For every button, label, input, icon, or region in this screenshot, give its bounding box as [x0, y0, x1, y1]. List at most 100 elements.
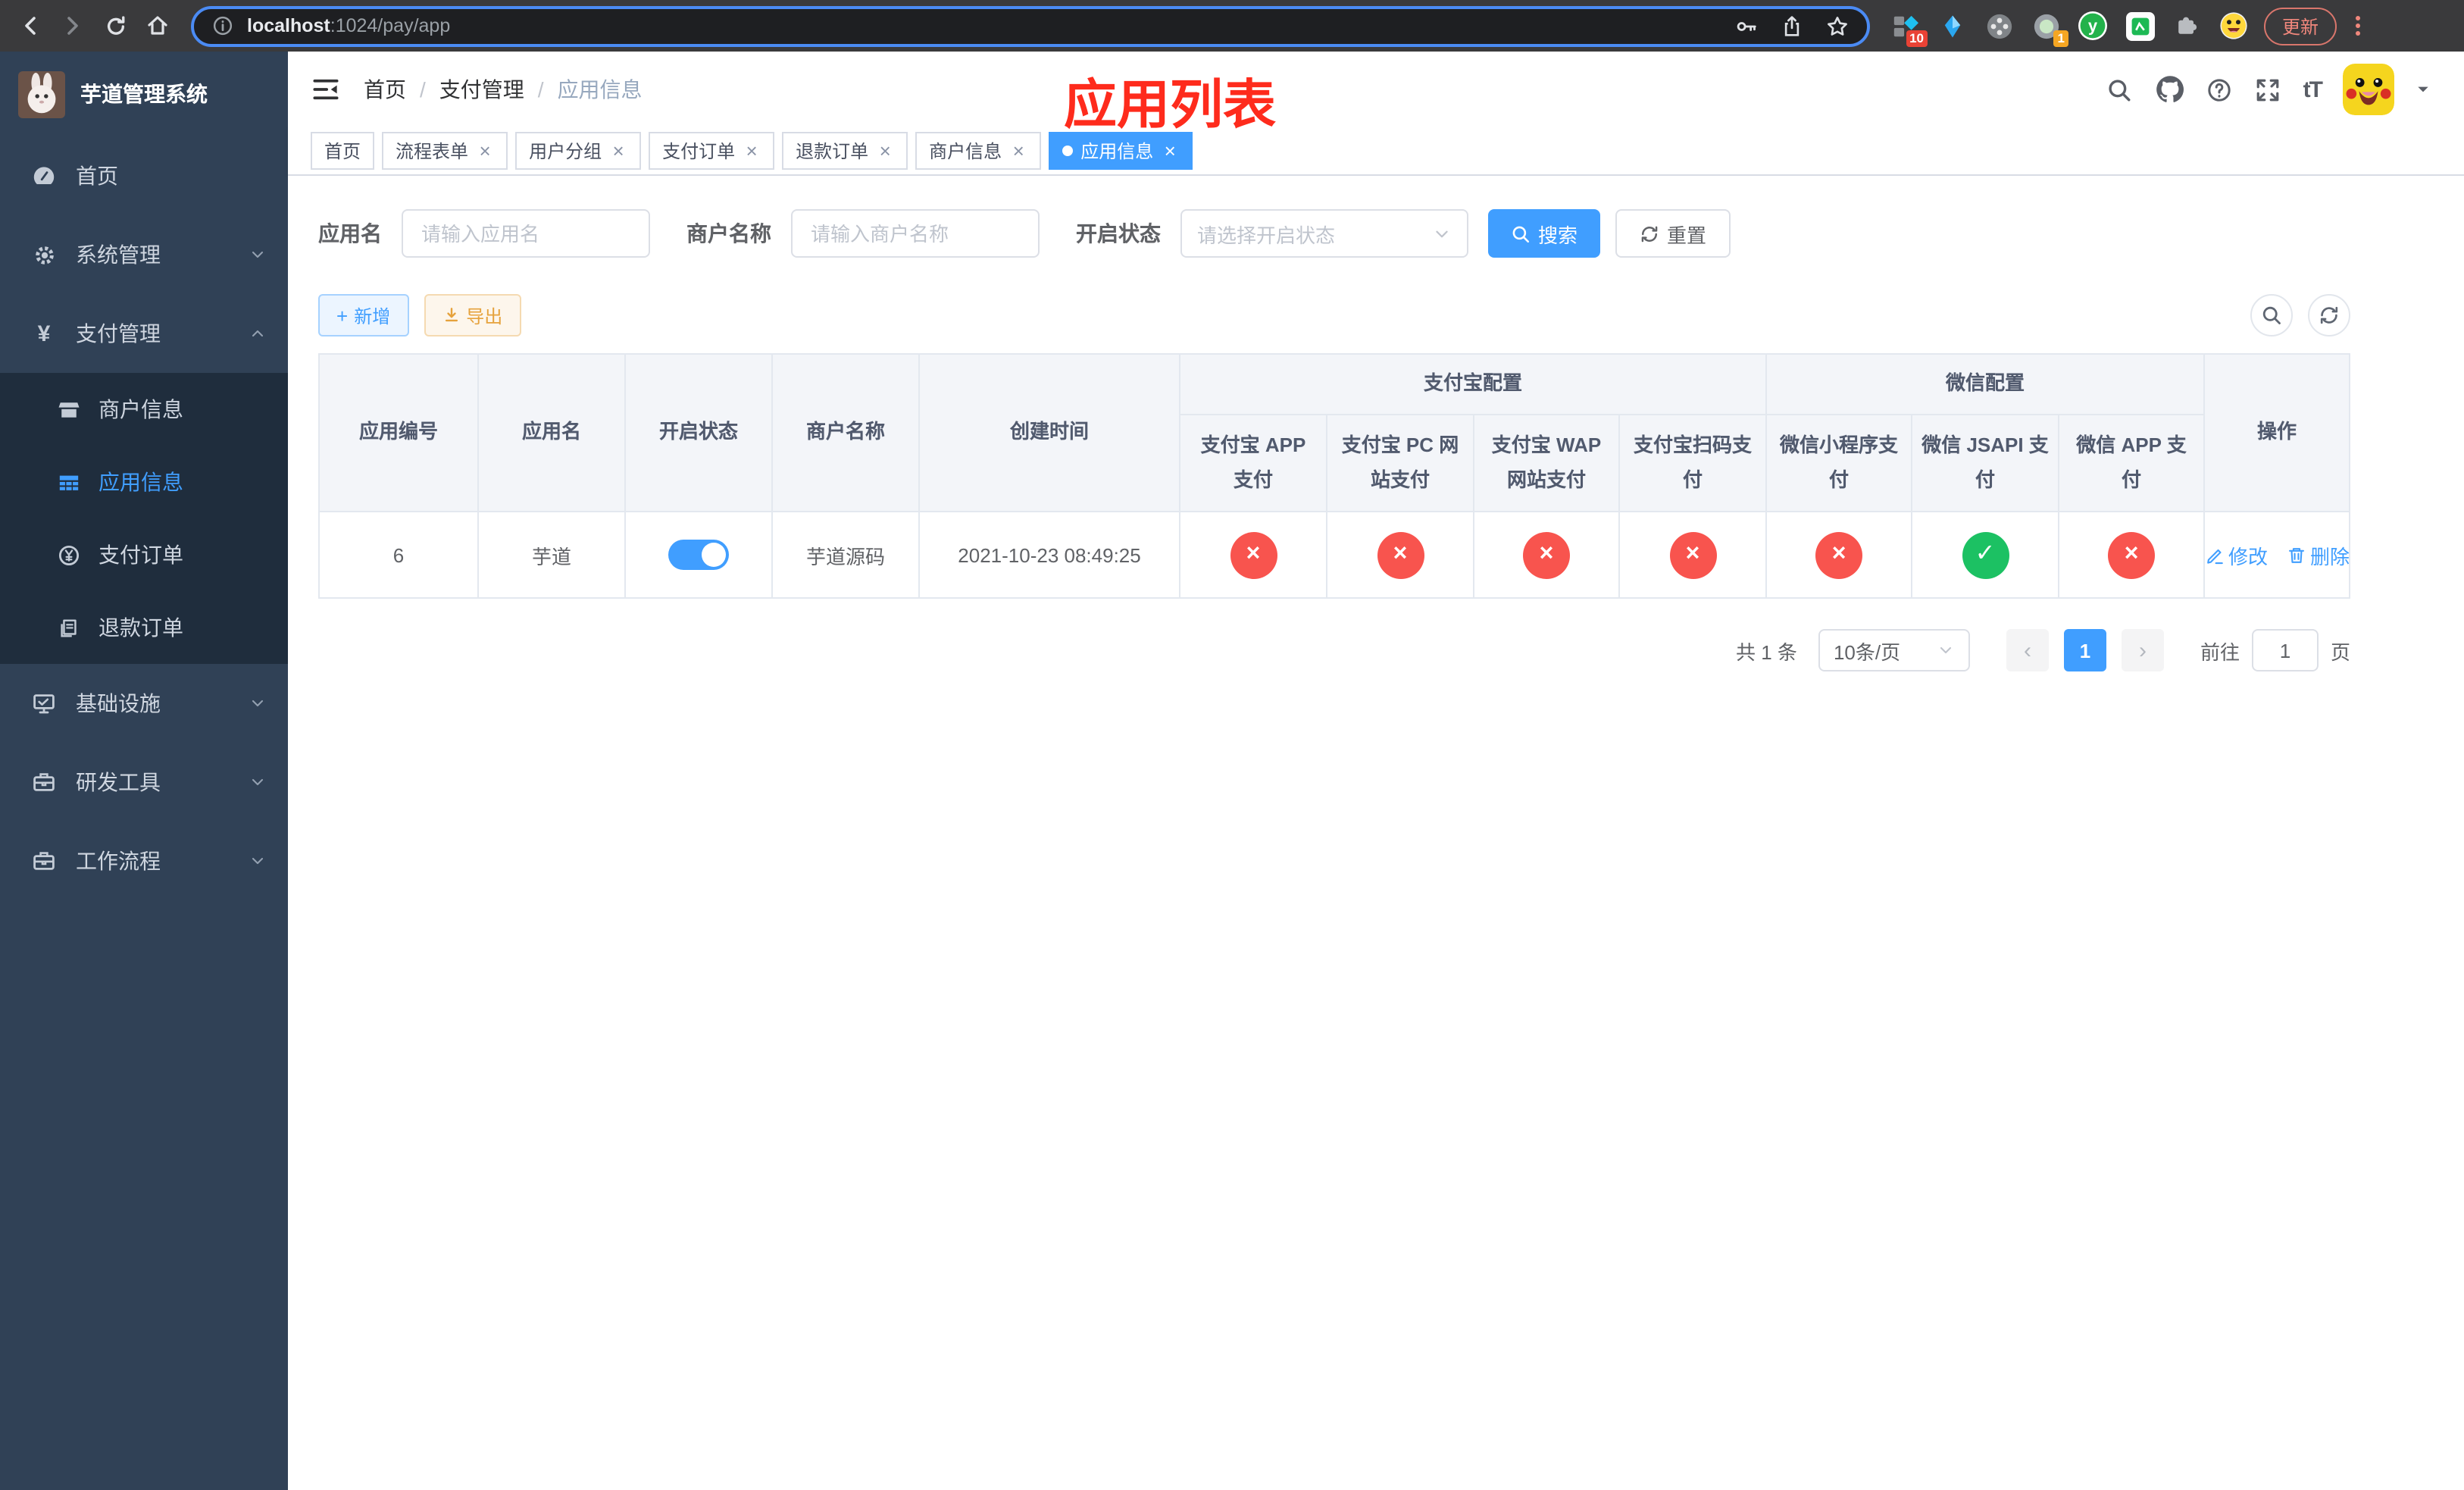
search-button[interactable]: 搜索 — [1488, 209, 1601, 258]
next-page-button[interactable]: › — [2121, 629, 2164, 671]
bookmark-star-icon[interactable] — [1826, 14, 1849, 37]
browser-home-icon[interactable] — [139, 8, 176, 44]
help-icon[interactable] — [2206, 76, 2234, 103]
sidebar-item-refund-order[interactable]: 退款订单 — [0, 591, 288, 664]
extensions-puzzle-icon[interactable] — [2172, 11, 2202, 41]
sidebar-item-system[interactable]: 系统管理 — [0, 215, 288, 294]
browser-menu-icon[interactable] — [2346, 14, 2370, 38]
chevron-down-icon — [1937, 641, 1955, 659]
browser-forward-icon[interactable] — [55, 8, 91, 44]
browser-back-icon[interactable] — [12, 8, 48, 44]
sidebar-item-payment[interactable]: ¥ 支付管理 — [0, 294, 288, 373]
toolbox-icon — [32, 770, 56, 794]
page-size-select[interactable]: 10条/页 — [1818, 629, 1970, 671]
extension-emoji-icon[interactable] — [2219, 11, 2249, 41]
cell-created-at: 2021-10-23 08:49:25 — [918, 511, 1180, 599]
sidebar-item-merchant-info[interactable]: 商户信息 — [0, 373, 288, 446]
password-key-icon[interactable] — [1735, 14, 1758, 37]
tab-label: 用户分组 — [529, 141, 602, 162]
extension-clover-icon[interactable] — [1984, 11, 2014, 41]
cell-app-name: 芋道 — [477, 511, 626, 599]
close-icon[interactable]: × — [609, 141, 627, 161]
sidebar-item-label: 基础设施 — [76, 691, 161, 715]
fullscreen-icon[interactable] — [2255, 76, 2282, 103]
yen-icon: ¥ — [37, 321, 51, 346]
export-button[interactable]: 导出 — [424, 294, 521, 337]
tab-pay-order[interactable]: 支付订单 × — [649, 132, 775, 170]
browser-reload-icon[interactable] — [97, 8, 133, 44]
toggle-search-button[interactable] — [2250, 294, 2293, 337]
caret-down-icon[interactable] — [2416, 82, 2431, 97]
app-title: 芋道管理系统 — [80, 82, 208, 106]
sidebar-item-infrastructure[interactable]: 基础设施 — [0, 664, 288, 743]
tab-merchant-info[interactable]: 商户信息 × — [915, 132, 1042, 170]
tab-refund-order[interactable]: 退款订单 × — [782, 132, 908, 170]
col-alipay-wap: 支付宝 WAP 网站支付 — [1473, 414, 1620, 512]
share-icon[interactable] — [1781, 14, 1803, 37]
tab-user-group[interactable]: 用户分组 × — [515, 132, 642, 170]
refresh-table-button[interactable] — [2308, 294, 2350, 337]
sidebar-item-workflow[interactable]: 工作流程 — [0, 822, 288, 900]
sidebar-collapse-icon[interactable] — [312, 76, 339, 103]
page-annotation-title: 应用列表 — [1064, 76, 1277, 135]
github-icon[interactable] — [2155, 74, 2185, 105]
sidebar-item-app-info[interactable]: 应用信息 — [0, 446, 288, 518]
grid-table-icon — [58, 471, 80, 493]
col-app-id: 应用编号 — [318, 353, 479, 512]
close-icon[interactable]: × — [743, 141, 761, 161]
reset-button-label: 重置 — [1667, 224, 1707, 246]
tab-label: 应用信息 — [1080, 141, 1154, 162]
status-select[interactable]: 请选择开启状态 — [1180, 209, 1468, 258]
close-icon[interactable]: × — [876, 141, 894, 161]
breadcrumb-payment[interactable]: 支付管理 — [439, 74, 524, 105]
status-label: 开启状态 — [1076, 221, 1161, 246]
goto-page-input[interactable] — [2251, 629, 2319, 671]
extension-grid-icon[interactable]: 10 — [1890, 11, 1928, 47]
reset-button[interactable]: 重置 — [1615, 209, 1731, 258]
col-enabled: 开启状态 — [624, 353, 773, 512]
browser-chrome: localhost:1024/pay/app 10 1 y 更新 — [0, 0, 2464, 52]
chevron-down-icon — [249, 773, 267, 791]
sidebar-item-home[interactable]: 首页 — [0, 136, 288, 215]
enabled-toggle[interactable] — [668, 540, 729, 570]
sidebar-item-pay-order[interactable]: 支付订单 — [0, 518, 288, 591]
delete-link[interactable]: 删除 — [2286, 540, 2350, 569]
delete-label: 删除 — [2310, 545, 2350, 568]
extension-kite-icon[interactable] — [1937, 11, 1967, 41]
prev-page-button[interactable]: ‹ — [2006, 629, 2049, 671]
page-unit-label: 页 — [2330, 640, 2350, 663]
add-button-label: 新增 — [354, 305, 391, 327]
tab-process-form[interactable]: 流程表单 × — [382, 132, 508, 170]
url-host: localhost — [247, 15, 330, 36]
chevron-up-icon — [249, 324, 267, 343]
address-bar[interactable]: localhost:1024/pay/app — [191, 5, 1870, 46]
extension-recorder-icon[interactable]: 1 — [2031, 11, 2068, 47]
close-icon[interactable]: × — [476, 141, 494, 161]
app-name-input[interactable] — [402, 209, 650, 258]
add-button[interactable]: + 新增 — [318, 294, 409, 337]
sidebar-item-label: 支付管理 — [76, 321, 161, 346]
extension-y-icon[interactable]: y — [2078, 11, 2108, 41]
page-1-button[interactable]: 1 — [2063, 629, 2106, 671]
filter-form: 应用名 商户名称 开启状态 请选择开启状态 搜索 重置 — [318, 209, 2464, 258]
payment-submenu: 商户信息 应用信息 支付订单 退款订单 — [0, 373, 288, 664]
search-button-label: 搜索 — [1538, 224, 1578, 246]
close-icon[interactable]: × — [1009, 141, 1027, 161]
font-size-icon[interactable]: tT — [2303, 77, 2323, 102]
tab-label: 退款订单 — [796, 141, 869, 162]
tab-home[interactable]: 首页 — [311, 132, 375, 170]
merchant-name-input[interactable] — [791, 209, 1040, 258]
extension-chat-icon[interactable] — [2125, 11, 2155, 41]
close-icon[interactable]: × — [1161, 141, 1179, 161]
breadcrumb-home[interactable]: 首页 — [364, 74, 406, 105]
page-content: 应用名 商户名称 开启状态 请选择开启状态 搜索 重置 — [288, 176, 2464, 1490]
avatar[interactable] — [2343, 64, 2394, 115]
site-info-icon[interactable] — [212, 15, 233, 36]
search-icon[interactable] — [2106, 76, 2134, 103]
browser-update-button[interactable]: 更新 — [2264, 7, 2337, 45]
sidebar-item-dev-tools[interactable]: 研发工具 — [0, 743, 288, 822]
extension-icons: 10 1 y — [1890, 11, 2249, 47]
cell-merchant-name: 芋道源码 — [771, 511, 920, 599]
edit-link[interactable]: 修改 — [2204, 540, 2268, 569]
sidebar-item-label: 商户信息 — [98, 397, 183, 421]
